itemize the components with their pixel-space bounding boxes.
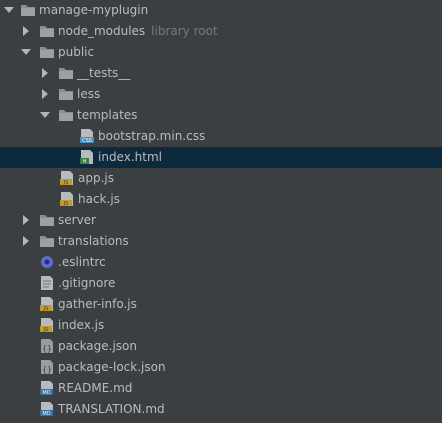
svg-text:{}: {}	[42, 344, 52, 353]
json-file-icon: {}	[39, 359, 55, 375]
tree-item-label: index.html	[98, 150, 162, 164]
tree-item-label: hack.js	[78, 192, 120, 206]
tree-item-label: README.md	[58, 381, 133, 395]
svg-text:H: H	[83, 159, 87, 165]
folder-icon	[20, 2, 36, 18]
svg-text:JS: JS	[43, 327, 49, 333]
svg-text:JS: JS	[43, 306, 49, 312]
tree-item-label: templates	[77, 108, 138, 122]
chevron-down-icon[interactable]	[3, 3, 15, 17]
tree-item-label-group: node_modules library root	[58, 23, 218, 39]
tree-item-package-json[interactable]: {} package.json	[0, 336, 442, 357]
css-file-icon: CSS	[79, 128, 95, 144]
folder-icon	[58, 107, 74, 123]
tree-item-app-js[interactable]: JS app.js	[0, 168, 442, 189]
tree-item-label: package.json	[58, 339, 138, 353]
tree-item-label: translations	[58, 234, 129, 248]
tree-item-server[interactable]: server	[0, 210, 442, 231]
tree-item-label: TRANSLATION.md	[58, 402, 165, 416]
svg-text:CSS: CSS	[82, 138, 92, 144]
js-file-icon: JS	[39, 317, 55, 333]
text-file-icon	[39, 275, 55, 291]
tree-item-label: gather-info.js	[58, 297, 137, 311]
eslint-icon	[39, 254, 55, 270]
library-root-hint: library root	[151, 24, 218, 38]
svg-text:JS: JS	[63, 180, 69, 186]
chevron-down-icon[interactable]	[20, 45, 32, 59]
tree-item-label: index.js	[58, 318, 105, 332]
folder-icon	[39, 23, 55, 39]
tree-item-index-js[interactable]: JS index.js	[0, 315, 442, 336]
folder-icon	[39, 212, 55, 228]
svg-text:JS: JS	[63, 201, 69, 207]
tree-item-index-html[interactable]: H index.html	[0, 147, 442, 168]
tree-item-label: app.js	[78, 171, 114, 185]
md-file-icon: MD	[39, 380, 55, 396]
js-file-icon: JS	[59, 191, 75, 207]
tree-item-translation-md[interactable]: MD TRANSLATION.md	[0, 399, 442, 420]
tree-item-gather-info-js[interactable]: JS gather-info.js	[0, 294, 442, 315]
tree-item-eslintrc[interactable]: .eslintrc	[0, 252, 442, 273]
folder-icon	[39, 44, 55, 60]
chevron-right-icon[interactable]	[39, 66, 51, 80]
folder-icon	[58, 65, 74, 81]
html-file-icon: H	[79, 149, 95, 165]
md-file-icon: MD	[39, 401, 55, 417]
svg-text:MD: MD	[42, 390, 50, 396]
tree-item-label: bootstrap.min.css	[98, 129, 206, 143]
tree-item-public[interactable]: public	[0, 42, 442, 63]
chevron-down-icon[interactable]	[39, 108, 51, 122]
tree-item-manage-myplugin[interactable]: manage-myplugin	[0, 0, 442, 21]
tree-item-tests[interactable]: __tests__	[0, 63, 442, 84]
tree-item-label: less	[77, 87, 101, 101]
tree-item-label: .eslintrc	[58, 255, 106, 269]
tree-item-label: package-lock.json	[58, 360, 166, 374]
project-tree: manage-myplugin node_modules library root…	[0, 0, 442, 423]
svg-text:MD: MD	[42, 411, 50, 417]
tree-item-label: node_modules	[58, 24, 146, 38]
js-file-icon: JS	[39, 296, 55, 312]
tree-item-label: server	[58, 213, 96, 227]
svg-text:{}: {}	[42, 365, 52, 374]
tree-item-translations[interactable]: translations	[0, 231, 442, 252]
tree-item-node-modules[interactable]: node_modules library root	[0, 21, 442, 42]
tree-item-less[interactable]: less	[0, 84, 442, 105]
tree-item-gitignore[interactable]: .gitignore	[0, 273, 442, 294]
tree-item-bootstrap-min-css[interactable]: CSS bootstrap.min.css	[0, 126, 442, 147]
tree-item-package-lock-json[interactable]: {} package-lock.json	[0, 357, 442, 378]
chevron-right-icon[interactable]	[20, 213, 32, 227]
folder-icon	[58, 86, 74, 102]
tree-item-label: manage-myplugin	[39, 3, 149, 17]
tree-item-readme-md[interactable]: MD README.md	[0, 378, 442, 399]
tree-item-hack-js[interactable]: JS hack.js	[0, 189, 442, 210]
tree-item-label: .gitignore	[58, 276, 116, 290]
tree-item-label: __tests__	[77, 66, 131, 80]
chevron-right-icon[interactable]	[39, 87, 51, 101]
tree-item-templates[interactable]: templates	[0, 105, 442, 126]
folder-icon	[39, 233, 55, 249]
chevron-right-icon[interactable]	[20, 234, 32, 248]
chevron-right-icon[interactable]	[20, 24, 32, 38]
js-file-icon: JS	[59, 170, 75, 186]
tree-item-label: public	[58, 45, 95, 59]
json-file-icon: {}	[39, 338, 55, 354]
